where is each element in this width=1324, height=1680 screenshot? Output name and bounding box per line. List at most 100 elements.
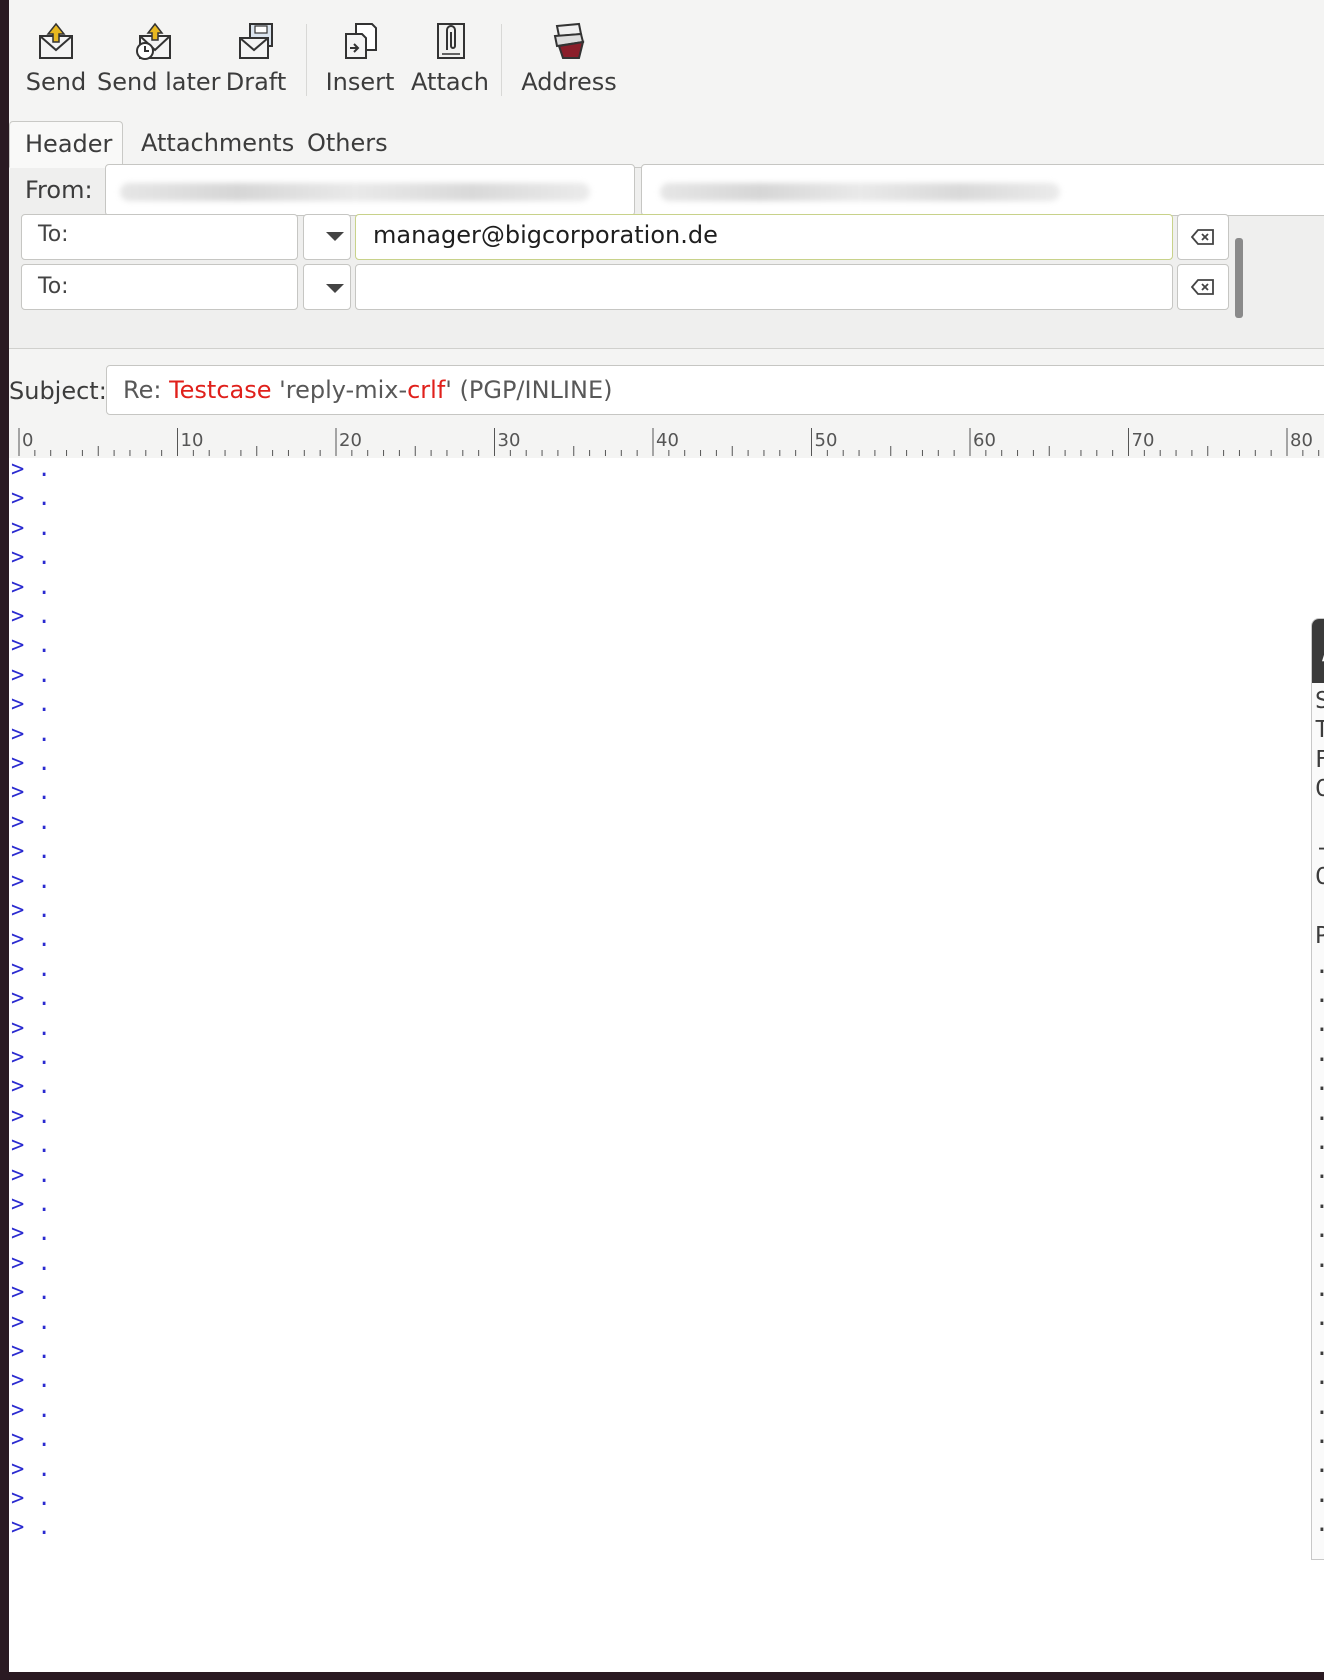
subject-suffix: ' (PGP/INLINE) (445, 376, 613, 404)
recipient-type-combo[interactable]: To: (21, 264, 298, 310)
toolbar-separator (306, 24, 307, 96)
subject-label: Subject: (9, 377, 107, 405)
quoted-line: > . (11, 839, 51, 865)
ruler-label: 20 (339, 430, 362, 451)
quoted-line: > . (11, 956, 51, 982)
tab-bar: Header Attachments Others (9, 121, 1324, 168)
send-button[interactable]: Send (23, 20, 89, 108)
quoted-line: > . (11, 1015, 51, 1041)
quoted-line: > . (11, 1162, 51, 1188)
send-later-button[interactable]: Send later (97, 20, 221, 108)
popup-line: To (1315, 718, 1324, 742)
draft-button[interactable]: Draft (223, 20, 289, 108)
address-label: Address (521, 68, 617, 96)
address-button[interactable]: Address (519, 20, 619, 108)
quoted-line: > . (11, 545, 51, 571)
subject-row: Subject: Re: Testcase 'reply-mix-crlf' (… (9, 363, 1324, 419)
recipient-address-value: manager@bigcorporation.de (373, 221, 718, 249)
popup-line: Su (1315, 689, 1324, 713)
recipient-type-dropdown[interactable] (303, 214, 351, 260)
popup-line: . (1315, 1130, 1324, 1154)
quoted-line: > . (11, 868, 51, 894)
quoted-line: > . (11, 633, 51, 659)
quoted-line: > . (11, 780, 51, 806)
insert-label: Insert (325, 68, 395, 96)
popup-line: Co (1315, 865, 1324, 889)
popup-line: - (1315, 836, 1324, 860)
popup-line: . (1315, 1159, 1324, 1183)
backspace-clear-icon (1191, 279, 1214, 295)
quoted-line: > . (11, 1368, 51, 1394)
toolbar: Send Send later Draft Insert Attach Addr… (9, 0, 1324, 112)
subject-input[interactable]: Re: Testcase 'reply-mix-crlf' (PGP/INLIN… (106, 365, 1324, 415)
tab-attachments[interactable]: Attachments (126, 121, 309, 167)
tab-header[interactable]: Header (9, 121, 123, 168)
attach-button[interactable]: Attach (407, 20, 493, 108)
quoted-line: > . (11, 457, 51, 482)
recipient-type-value: To: (38, 222, 69, 247)
quoted-line: > . (11, 1074, 51, 1100)
subject-misspelled-word: crlf (407, 376, 446, 404)
popup-line: . (1315, 1042, 1324, 1066)
popup-line: . (1315, 1101, 1324, 1125)
ruler-label: 50 (815, 430, 838, 451)
popup-line: . (1315, 1189, 1324, 1213)
tab-others[interactable]: Others (292, 121, 403, 167)
send-later-label: Send later (97, 68, 221, 96)
popup-line: . (1315, 1483, 1324, 1507)
recipient-address-input[interactable]: manager@bigcorporation.de (355, 214, 1173, 260)
overlapping-message-window[interactable]: / Su To Fr Cc - Co Pl. . . . . . . . . . . . .… (1311, 618, 1324, 1560)
subject-value: Re: Testcase 'reply-mix-crlf' (PGP/INLIN… (123, 366, 612, 414)
quoted-line: > . (11, 751, 51, 776)
toolbar-separator (501, 24, 502, 96)
popup-line: . (1315, 1336, 1324, 1360)
subject-middle: 'reply-mix- (271, 376, 408, 404)
clear-recipient-button[interactable] (1177, 214, 1229, 260)
popup-line: . (1315, 1277, 1324, 1301)
ruler-ticks: 0 10 20 30 40 50 60 70 80 (18, 428, 1320, 456)
floppy-draft-icon (239, 23, 273, 59)
recipient-address-input[interactable] (355, 264, 1173, 310)
column-ruler: 0 10 20 30 40 50 60 70 80 (9, 426, 1324, 459)
from-address-redacted (660, 183, 1060, 201)
quoted-line: > . (11, 662, 51, 688)
envelope-send-icon (39, 22, 73, 59)
send-label: Send (25, 68, 87, 96)
quoted-line: > . (11, 721, 51, 747)
backspace-clear-icon (1191, 229, 1214, 245)
recipient-type-value: To: (38, 274, 69, 299)
from-address-field[interactable] (641, 164, 1324, 216)
quoted-line: > . (11, 1486, 51, 1511)
quoted-line: > . (11, 1456, 51, 1482)
recipient-type-dropdown[interactable] (303, 264, 351, 310)
recipient-type-combo[interactable]: To: (21, 214, 298, 260)
header-scrollbar[interactable] (1235, 238, 1243, 318)
subject-prefix: Re: (123, 376, 170, 404)
chevron-down-icon (326, 284, 344, 293)
quoted-line: > . (11, 574, 51, 600)
ruler-label: 30 (498, 430, 521, 451)
subject-misspelled-word: Testcase (169, 376, 272, 404)
quoted-line: > . (11, 1103, 51, 1129)
popup-line: . (1315, 1512, 1324, 1536)
ruler-label: 70 (1132, 430, 1155, 451)
popup-line: . (1315, 954, 1324, 978)
popup-line: . (1315, 1012, 1324, 1036)
popup-line: . (1315, 1424, 1324, 1448)
quoted-line: > . (11, 1339, 51, 1364)
popup-line: . (1315, 1365, 1324, 1389)
clear-recipient-button[interactable] (1177, 264, 1229, 310)
popup-line: Pl (1315, 924, 1324, 948)
message-body-editor[interactable]: > . > . > . > . > . > . > . > . > . > . > . > . > . >… (9, 458, 1324, 1672)
quoted-line: > . (11, 927, 51, 953)
popup-line: Fr (1315, 748, 1324, 772)
quoted-line: > . (11, 486, 51, 512)
popup-line: . (1315, 1395, 1324, 1419)
from-account-select[interactable] (105, 164, 635, 216)
address-book-icon (553, 22, 585, 59)
quoted-line: > . (11, 1427, 51, 1453)
popup-line: . (1315, 1453, 1324, 1477)
insert-button[interactable]: Insert (323, 20, 397, 108)
quoted-line: > . (11, 1515, 51, 1541)
ruler-label: 40 (656, 430, 679, 451)
